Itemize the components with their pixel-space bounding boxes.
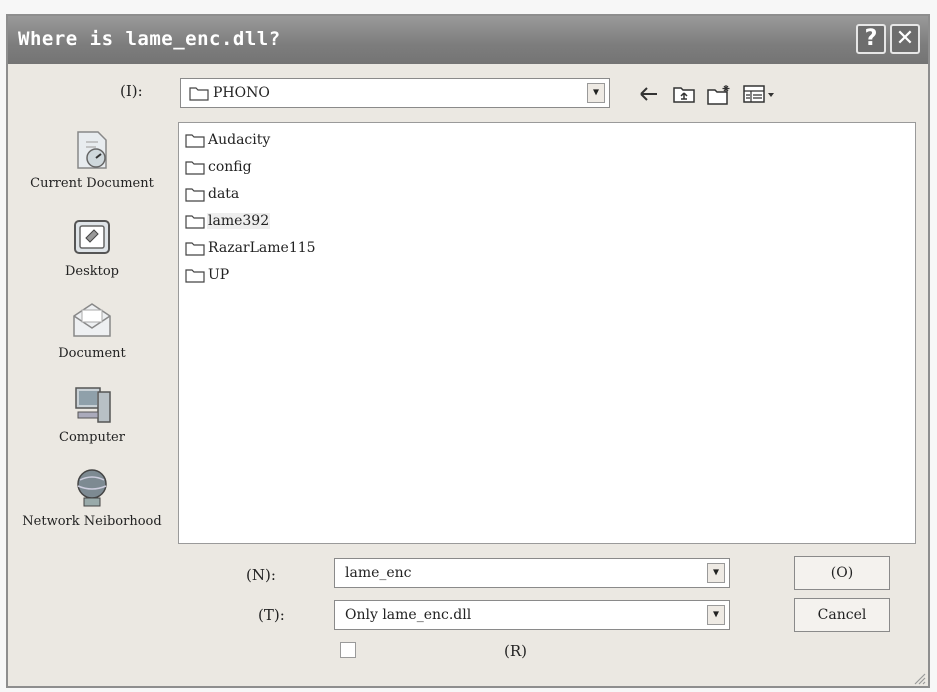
open-button[interactable]: (O) — [794, 556, 890, 590]
place-label: Document — [58, 346, 126, 361]
list-item[interactable]: RazarLame115 — [185, 237, 317, 259]
file-open-dialog: Where is lame_enc.dll? ? ✕ (I): PHONO ▼ … — [6, 14, 930, 688]
read-only-checkbox[interactable] — [340, 642, 356, 658]
places-bar: Current Document Desktop Document Comput… — [8, 120, 176, 552]
list-item[interactable]: UP — [185, 264, 230, 286]
place-label: Current Document — [30, 176, 154, 191]
title-bar[interactable]: Where is lame_enc.dll? ? ✕ — [8, 16, 928, 64]
list-item[interactable]: data — [185, 183, 240, 205]
list-item[interactable]: Audacity — [185, 129, 271, 151]
back-arrow-icon[interactable] — [638, 84, 660, 109]
file-name: config — [208, 159, 252, 175]
close-button[interactable]: ✕ — [890, 24, 920, 54]
view-menu-icon[interactable] — [742, 84, 776, 109]
read-only-label: (R) — [504, 642, 527, 660]
my-documents-icon — [70, 298, 114, 342]
place-computer[interactable]: Computer — [8, 382, 176, 445]
my-computer-icon — [70, 382, 114, 426]
list-item[interactable]: lame392 — [185, 210, 271, 232]
place-label: Computer — [59, 430, 125, 445]
desktop-icon — [70, 216, 114, 260]
resize-grip-icon[interactable] — [912, 670, 926, 685]
file-name-value: lame_enc — [345, 565, 412, 581]
look-in-label: (I): — [120, 82, 143, 100]
file-name: UP — [208, 267, 230, 283]
folder-icon — [189, 85, 209, 105]
up-folder-icon[interactable] — [672, 84, 696, 109]
file-name: data — [208, 186, 240, 202]
folder-icon — [185, 215, 205, 229]
file-name: lame392 — [207, 213, 271, 229]
file-name: RazarLame115 — [208, 240, 316, 256]
chevron-down-icon[interactable]: ▼ — [707, 563, 725, 583]
place-network-neighborhood[interactable]: Network Neiborhood — [8, 466, 176, 529]
chevron-down-icon[interactable]: ▼ — [707, 605, 725, 625]
recent-documents-icon — [70, 128, 114, 172]
file-type-label: (T): — [258, 606, 285, 624]
place-document[interactable]: Document — [8, 298, 176, 361]
list-item[interactable]: config — [185, 156, 253, 178]
folder-icon — [185, 242, 205, 256]
help-button[interactable]: ? — [856, 24, 886, 54]
folder-icon — [185, 161, 205, 175]
look-in-value: PHONO — [213, 85, 270, 101]
place-label: Desktop — [64, 264, 120, 279]
folder-icon — [185, 269, 205, 283]
file-type-combobox[interactable]: Only lame_enc.dll ▼ — [334, 600, 730, 630]
file-name-label: (N): — [246, 566, 276, 584]
place-label: Network Neiborhood — [22, 514, 162, 529]
file-name-combobox[interactable]: lame_enc ▼ — [334, 558, 730, 588]
network-icon — [70, 466, 114, 510]
dialog-title: Where is lame_enc.dll? — [18, 28, 281, 50]
file-type-value: Only lame_enc.dll — [345, 607, 472, 623]
place-current-document[interactable]: Current Document — [8, 128, 176, 191]
folder-icon — [185, 188, 205, 202]
folder-icon — [185, 134, 205, 148]
look-in-combobox[interactable]: PHONO ▼ — [180, 78, 610, 108]
new-folder-icon[interactable] — [706, 84, 732, 111]
cancel-button[interactable]: Cancel — [794, 598, 890, 632]
file-list[interactable]: Audacity config data lame392 RazarLame11… — [178, 122, 916, 544]
file-name: Audacity — [208, 132, 271, 148]
chevron-down-icon[interactable]: ▼ — [587, 83, 605, 103]
place-desktop[interactable]: Desktop — [8, 216, 176, 279]
